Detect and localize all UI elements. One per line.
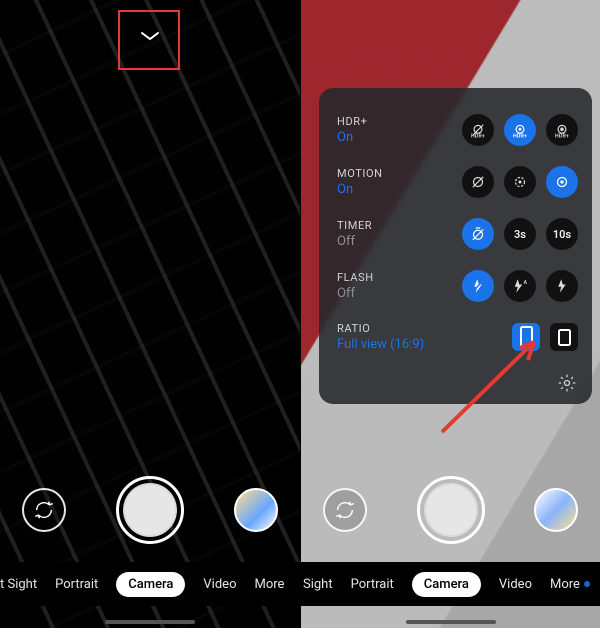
mode-video[interactable]: Video	[499, 577, 532, 592]
row-timer: TIMER Off 3s 10s	[337, 208, 578, 260]
hdr-auto-icon: HDR+	[511, 121, 529, 139]
hdr-auto-option[interactable]: HDR+	[504, 114, 536, 146]
switch-camera-icon	[33, 499, 55, 521]
svg-text:HDR+: HDR+	[555, 134, 569, 140]
mode-more-label: More	[550, 577, 580, 592]
flash-off-icon	[469, 277, 487, 295]
timer-off-option[interactable]	[462, 218, 494, 250]
switch-camera-icon	[334, 499, 356, 521]
timer-10s-label: 10s	[553, 228, 571, 241]
last-photo-thumbnail[interactable]	[234, 488, 278, 532]
gear-icon	[557, 373, 577, 393]
svg-text:HDR+: HDR+	[471, 134, 485, 140]
hdr-on-icon: HDR+	[553, 121, 571, 139]
motion-on-icon	[553, 173, 571, 191]
motion-on-option[interactable]	[546, 166, 578, 198]
ratio-16-9-icon	[520, 326, 533, 348]
timer-3s-option[interactable]: 3s	[504, 218, 536, 250]
phone-left: ght Sight Portrait Camera Video More	[0, 0, 300, 628]
timer-3s-label: 3s	[514, 228, 526, 241]
ratio-4-3-option[interactable]	[550, 323, 578, 351]
capture-controls	[301, 470, 600, 550]
mode-portrait[interactable]: Portrait	[351, 577, 394, 592]
chevron-down-icon	[140, 31, 160, 41]
mode-camera[interactable]: Camera	[412, 572, 481, 597]
flash-off-option[interactable]	[462, 270, 494, 302]
motion-label: MOTION	[337, 167, 383, 180]
phone-right: HDR+ On HDR+	[300, 0, 600, 628]
hdr-on-option[interactable]: HDR+	[546, 114, 578, 146]
motion-value: On	[337, 182, 383, 197]
row-flash: FLASH Off A	[337, 260, 578, 312]
mode-portrait[interactable]: Portrait	[55, 577, 98, 592]
hdr-off-icon: HDR+	[469, 121, 487, 139]
ratio-value: Full view (16:9)	[337, 337, 424, 352]
hdr-value: On	[337, 130, 368, 145]
timer-value: Off	[337, 234, 372, 249]
ratio-4-3-icon	[558, 329, 571, 346]
flash-auto-option[interactable]: A	[504, 270, 536, 302]
mode-camera[interactable]: Camera	[116, 572, 185, 597]
flash-on-option[interactable]	[546, 270, 578, 302]
timer-off-icon	[469, 225, 487, 243]
mode-video[interactable]: Video	[203, 577, 236, 592]
flash-label: FLASH	[337, 271, 374, 284]
settings-chevron[interactable]	[139, 30, 161, 42]
svg-text:A: A	[523, 280, 527, 286]
switch-camera-button[interactable]	[323, 488, 367, 532]
home-indicator	[406, 620, 496, 624]
mode-night-sight[interactable]: ght Sight	[300, 577, 333, 592]
quick-settings-panel: HDR+ On HDR+	[319, 88, 592, 404]
row-ratio: RATIO Full view (16:9)	[337, 312, 578, 362]
mode-more[interactable]: More	[254, 577, 284, 592]
home-indicator	[105, 620, 195, 624]
ratio-label: RATIO	[337, 322, 424, 335]
shutter-button[interactable]	[417, 476, 485, 544]
motion-off-option[interactable]	[462, 166, 494, 198]
shutter-button[interactable]	[116, 476, 184, 544]
hdr-label: HDR+	[337, 115, 368, 128]
shutter-inner	[123, 483, 177, 537]
motion-auto-icon	[511, 173, 529, 191]
flash-on-icon	[553, 277, 571, 295]
mode-strip[interactable]: ght Sight Portrait Camera Video More	[301, 562, 600, 606]
row-motion: MOTION On	[337, 156, 578, 208]
flash-value: Off	[337, 286, 374, 301]
timer-10s-option[interactable]: 10s	[546, 218, 578, 250]
last-photo-thumbnail[interactable]	[534, 488, 578, 532]
row-hdr: HDR+ On HDR+	[337, 104, 578, 156]
timer-label: TIMER	[337, 219, 372, 232]
shutter-inner	[424, 483, 478, 537]
svg-text:HDR+: HDR+	[513, 134, 527, 140]
mode-more[interactable]: More	[550, 577, 590, 592]
capture-controls	[0, 470, 300, 550]
ratio-16-9-option[interactable]	[512, 323, 540, 351]
mode-more-dot-icon	[584, 581, 590, 587]
mode-night-sight[interactable]: ght Sight	[0, 577, 37, 592]
flash-auto-icon: A	[511, 277, 529, 295]
mode-strip[interactable]: ght Sight Portrait Camera Video More	[0, 562, 300, 606]
switch-camera-button[interactable]	[22, 488, 66, 532]
settings-button[interactable]	[554, 370, 580, 396]
motion-auto-option[interactable]	[504, 166, 536, 198]
motion-off-icon	[469, 173, 487, 191]
hdr-off-option[interactable]: HDR+	[462, 114, 494, 146]
